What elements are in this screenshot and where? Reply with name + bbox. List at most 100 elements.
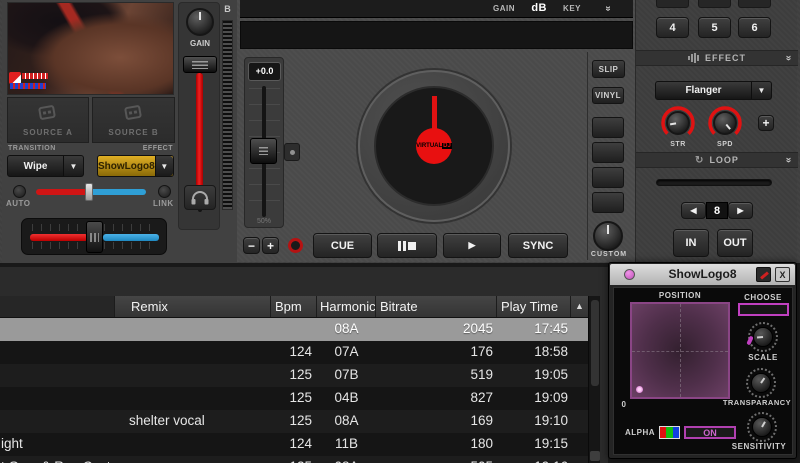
vinyl-button[interactable]: VINYL [592, 87, 624, 104]
mixer-column: GAIN [178, 2, 220, 230]
jog-wheel[interactable]: VIRTUALDJ [358, 70, 510, 222]
track-row[interactable]: t Grey & Ron Costa 125 08A 505 19:16 [0, 456, 588, 463]
crossfader-handle[interactable] [86, 221, 103, 253]
cell-playtime: 19:15 [497, 433, 571, 456]
loop-double-button[interactable]: ▶ [728, 202, 753, 219]
play-icon: ▶ [469, 240, 476, 251]
collapse-chevron-icon[interactable]: » [783, 55, 794, 62]
watermark-text-blue [10, 83, 46, 89]
loop-section-title: LOOP [709, 155, 739, 165]
pin-icon[interactable] [756, 267, 771, 282]
close-icon[interactable]: X [775, 267, 790, 282]
video-fade-track-left[interactable] [36, 189, 89, 195]
transition-select[interactable]: Wipe ▼ [7, 155, 84, 177]
pad-button-4[interactable]: 4 [656, 17, 689, 38]
loop-half-button[interactable]: ◀ [681, 202, 706, 219]
choose-logo-box[interactable] [738, 303, 789, 316]
chevron-down-icon[interactable]: ▼ [155, 156, 173, 176]
divider [587, 52, 588, 260]
source-b-button[interactable]: SOURCE B [92, 97, 175, 143]
cell-remix [115, 456, 271, 463]
knob-pointer [725, 124, 731, 130]
add-effect-button[interactable]: + [758, 115, 774, 131]
effect-speed-knob[interactable] [708, 106, 742, 140]
column-header-title[interactable] [0, 296, 115, 317]
video-fade-track-right[interactable] [89, 189, 146, 195]
column-header-bpm[interactable]: Bpm [271, 296, 317, 317]
video-effect-select[interactable]: ShowLogo8 ▼ [97, 155, 174, 177]
volume-fader-handle[interactable] [183, 56, 217, 73]
cell-bpm: 125 [271, 364, 317, 387]
column-header-bitrate[interactable]: Bitrate [376, 296, 497, 317]
track-row[interactable]: 124 07A 176 18:58 [0, 341, 588, 364]
column-header-harmonic[interactable]: Harmonic [317, 296, 376, 317]
pitch-reset-button[interactable] [284, 143, 300, 161]
auto-toggle[interactable] [13, 185, 26, 198]
pad-button-blank-2[interactable] [592, 142, 624, 163]
column-header-remix[interactable]: Remix [115, 296, 271, 317]
waveform-display [240, 21, 633, 49]
plugin-on-button[interactable]: ON [684, 426, 736, 439]
effect-section-header[interactable]: EFFECT » [636, 50, 798, 66]
chevron-down-icon[interactable]: ▼ [751, 82, 771, 99]
scrollbar-button[interactable] [590, 451, 600, 461]
loop-out-button[interactable]: OUT [717, 229, 753, 257]
stutter-button[interactable] [377, 233, 437, 258]
scrollbar-thumb[interactable] [591, 300, 599, 386]
track-row[interactable]: ight 124 11B 180 19:15 [0, 433, 588, 456]
headphone-cue-button[interactable] [184, 185, 216, 210]
alpha-rgb-swatch[interactable] [659, 426, 680, 439]
zoom-minus-button[interactable]: − [243, 237, 260, 254]
track-row[interactable]: 125 07B 519 19:05 [0, 364, 588, 387]
cell-playtime: 19:09 [497, 387, 571, 410]
pitch-slider-handle[interactable] [250, 138, 277, 164]
browser-scrollbar[interactable] [588, 296, 600, 463]
cell-remix [115, 341, 271, 364]
pad-button-5[interactable]: 5 [698, 17, 731, 38]
loop-indicator[interactable] [288, 238, 303, 253]
loop-in-button[interactable]: IN [673, 229, 709, 257]
track-row[interactable]: 125 04B 827 19:09 [0, 387, 588, 410]
crossfader[interactable] [21, 218, 167, 255]
gain-knob[interactable] [186, 8, 214, 36]
transparency-knob[interactable] [746, 368, 776, 398]
loop-icon: ↻ [695, 155, 704, 166]
pad-button-partial[interactable] [738, 0, 771, 8]
cue-button[interactable]: CUE [313, 233, 372, 258]
plugin-titlebar[interactable]: ShowLogo8 X [610, 264, 795, 285]
sync-button[interactable]: SYNC [508, 233, 568, 258]
column-header-playtime[interactable]: Play Time [497, 296, 571, 317]
sensitivity-knob[interactable] [747, 412, 777, 442]
custom-knob[interactable] [593, 221, 623, 251]
pad-button-blank-4[interactable] [592, 192, 624, 213]
collapse-chevron-icon[interactable]: » [783, 157, 794, 164]
pad-button-6[interactable]: 6 [738, 17, 771, 38]
pad-button-partial[interactable] [698, 0, 731, 8]
pad-button-blank-3[interactable] [592, 167, 624, 188]
sort-ascending-icon[interactable]: ▲ [571, 296, 588, 317]
zoom-plus-button[interactable]: + [262, 237, 279, 254]
scale-knob[interactable] [748, 322, 778, 352]
pad-button-partial[interactable] [656, 0, 689, 8]
chevron-down-icon[interactable]: ▼ [63, 156, 83, 176]
position-xy-pad[interactable] [630, 302, 730, 399]
track-row-selected[interactable]: 08A 2045 17:45 [0, 318, 588, 341]
loop-section-header[interactable]: ↻ LOOP » [636, 152, 798, 168]
track-browser: Remix Bpm Harmonic Bitrate Play Time ▲ 0… [0, 263, 608, 463]
position-dot[interactable] [636, 386, 643, 393]
knob-pointer [757, 336, 763, 339]
slip-button[interactable]: SLIP [592, 60, 625, 78]
play-button[interactable]: ▶ [443, 233, 501, 258]
effect-strength-knob[interactable] [661, 106, 695, 140]
loop-position-bar[interactable] [656, 179, 772, 186]
track-row[interactable]: shelter vocal 125 08A 169 19:10 [0, 410, 588, 433]
pad-button-blank-1[interactable] [592, 117, 624, 138]
jog-platter[interactable]: VIRTUALDJ [374, 86, 494, 206]
effect-select[interactable]: Flanger ▼ [655, 81, 772, 100]
transparency-label: TRANSPARANCY [720, 398, 794, 407]
link-toggle[interactable] [158, 185, 171, 198]
str-label: STR [661, 141, 695, 148]
source-a-button[interactable]: SOURCE A [7, 97, 89, 143]
collapse-chevron-icon[interactable]: » [603, 6, 614, 12]
video-fade-handle[interactable] [85, 183, 93, 201]
